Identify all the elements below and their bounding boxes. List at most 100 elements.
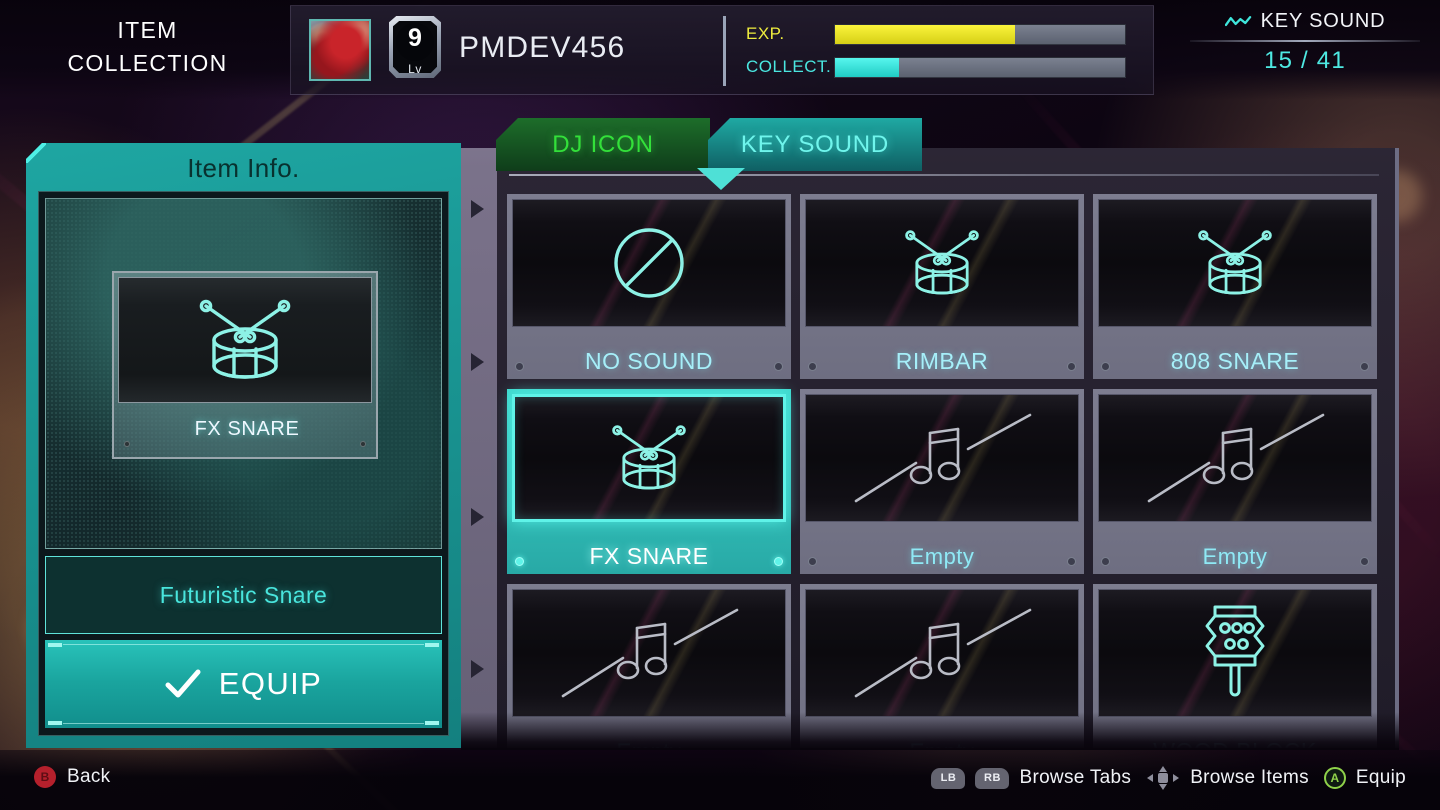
stat-row-exp: EXP. — [746, 19, 1138, 49]
item-tile-thumbnail — [512, 589, 786, 717]
collect-label: COLLECT. — [746, 57, 832, 76]
item-tile-thumbnail — [805, 394, 1079, 522]
keysound-count: 15 / 41 — [1264, 47, 1346, 74]
level-value: 9 — [408, 24, 422, 52]
tile-screw-icon — [1067, 362, 1076, 371]
check-icon — [165, 669, 201, 698]
tile-screw-icon — [774, 557, 783, 566]
item-preview-card: FX SNARE — [112, 271, 378, 459]
player-profile-panel: 9 Lv PMDEV456 EXP. COLLECT. — [290, 5, 1154, 95]
music-note-icon — [806, 590, 1078, 716]
button-b-icon: B — [34, 766, 56, 788]
page-title-line1: ITEM — [117, 17, 178, 43]
item-tile[interactable]: Empty — [800, 389, 1084, 574]
item-tile-thumbnail — [1098, 589, 1372, 717]
no-sound-icon — [513, 200, 785, 326]
item-tile[interactable]: Empty — [1093, 389, 1377, 574]
hint-back[interactable]: B Back — [34, 766, 110, 788]
item-description: Futuristic Snare — [159, 581, 328, 608]
rail-marker-icon — [471, 660, 484, 678]
item-tile-grid: NO SOUND RIMBAR 808 SNARE FX SNARE Empty… — [507, 194, 1385, 748]
button-lb-icon: LB — [931, 767, 966, 789]
player-stats: EXP. COLLECT. — [723, 16, 1138, 86]
active-tab-indicator-icon — [697, 168, 745, 190]
tile-screw-icon — [1101, 362, 1110, 371]
item-tile-label: Empty — [909, 544, 975, 569]
snare-drum-icon — [199, 299, 291, 379]
hint-browse-items[interactable]: Browse Items — [1146, 765, 1309, 791]
hint-browse-items-label: Browse Items — [1190, 767, 1309, 788]
exp-label: EXP. — [746, 24, 785, 43]
item-tile-label: NO SOUND — [585, 348, 713, 374]
page-title: ITEM COLLECTION — [40, 14, 255, 80]
tab-key-sound[interactable]: KEY SOUND — [708, 118, 922, 171]
item-tile-thumbnail — [1098, 394, 1372, 522]
wood-block-icon — [1099, 590, 1371, 716]
item-tile[interactable]: NO SOUND — [507, 194, 791, 379]
collect-bar-fill — [835, 57, 899, 77]
item-tile-thumbnail — [805, 199, 1079, 327]
snare-drum-icon — [1099, 200, 1371, 326]
tab-key-sound-label: KEY SOUND — [740, 130, 890, 158]
tile-screw-icon — [1360, 362, 1369, 371]
tile-screw-icon — [808, 557, 817, 566]
item-tile[interactable]: 808 SNARE — [1093, 194, 1377, 379]
keysound-hud-title: KEY SOUND — [1260, 10, 1386, 32]
collect-bar-track — [834, 56, 1126, 78]
hint-back-label: Back — [67, 766, 111, 787]
tile-screw-icon — [774, 362, 783, 371]
music-note-icon — [1099, 395, 1371, 521]
tile-screw-icon — [515, 362, 524, 371]
player-name: PMDEV456 — [459, 31, 626, 64]
item-tile[interactable]: RIMBAR — [800, 194, 1084, 379]
rail-marker-icon — [471, 508, 484, 526]
button-rb-icon: RB — [975, 767, 1010, 789]
exp-bar-track — [834, 23, 1126, 45]
item-preview-thumbnail — [118, 277, 372, 403]
hint-equip-label: Equip — [1355, 767, 1406, 788]
rail-marker-icon — [471, 200, 484, 218]
avatar — [309, 19, 371, 81]
item-tile-label: 808 SNARE — [1170, 348, 1300, 374]
music-note-icon — [513, 590, 785, 716]
music-note-icon — [806, 395, 1078, 521]
item-tile[interactable]: FX SNARE — [507, 389, 791, 574]
button-a-icon: A — [1323, 767, 1346, 789]
item-tile-thumbnail — [512, 394, 786, 522]
item-info-title: Item Info. — [187, 153, 300, 183]
item-info-panel: Item Info. FX SNARE Futuristic Snare EQU… — [26, 143, 461, 748]
stat-row-collect: COLLECT. — [746, 52, 1138, 82]
keysound-counter-hud: KEY SOUND 15 / 41 — [1186, 10, 1424, 75]
grid-top-divider — [509, 174, 1379, 176]
tile-screw-icon — [1101, 557, 1110, 566]
item-tile-thumbnail — [1098, 199, 1372, 327]
level-suffix: Lv — [408, 62, 422, 76]
hint-equip[interactable]: A Equip — [1323, 767, 1406, 789]
snare-drum-icon — [806, 200, 1078, 326]
item-preview-area: FX SNARE — [45, 198, 442, 549]
grid-scroll-rail[interactable] — [461, 148, 497, 748]
tab-dj-icon[interactable]: DJ ICON — [496, 118, 710, 171]
waveform-icon — [1224, 15, 1251, 26]
hint-browse-tabs[interactable]: LB RB Browse Tabs — [931, 767, 1131, 789]
footer-hint-bar: B Back LB RB Browse Tabs Browse Items A — [0, 750, 1440, 810]
item-tile-label: Empty — [1202, 544, 1268, 569]
level-badge: 9 Lv — [389, 16, 441, 78]
hud-divider — [1190, 40, 1420, 42]
tile-screw-icon — [1067, 557, 1076, 566]
item-preview-name: FX SNARE — [194, 418, 300, 440]
tile-screw-icon — [1360, 557, 1369, 566]
item-tile-thumbnail — [805, 589, 1079, 717]
tile-screw-icon — [808, 362, 817, 371]
tab-dj-icon-label: DJ ICON — [552, 130, 654, 158]
exp-bar-fill — [835, 24, 1015, 44]
item-tile-label: RIMBAR — [895, 348, 989, 374]
top-header-bar: ITEM COLLECTION 9 Lv PMDEV456 EXP. COLLE… — [0, 0, 1440, 100]
item-tile-thumbnail — [512, 199, 786, 327]
equip-button-label: EQUIP — [218, 666, 323, 701]
equip-button[interactable]: EQUIP — [45, 640, 442, 728]
grid-bottom-fade — [461, 712, 1399, 750]
hint-browse-tabs-label: Browse Tabs — [1019, 767, 1132, 788]
page-title-line2: COLLECTION — [67, 50, 228, 76]
item-grid-panel: NO SOUND RIMBAR 808 SNARE FX SNARE Empty… — [461, 148, 1399, 748]
